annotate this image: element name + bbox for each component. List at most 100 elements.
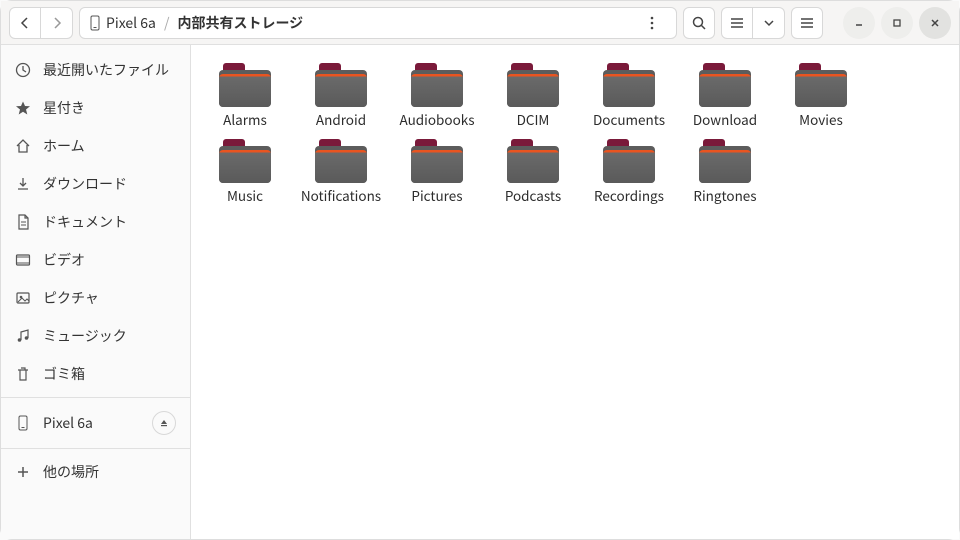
folder-label: Alarms (223, 111, 267, 127)
minimize-button[interactable] (843, 7, 875, 39)
sidebar-separator (1, 397, 190, 398)
sidebar-item[interactable]: 星付き (1, 89, 190, 127)
folder-label: Documents (593, 111, 665, 127)
search-icon (692, 16, 706, 30)
folder-label: Ringtones (693, 187, 756, 203)
folder-icon (507, 63, 559, 107)
sidebar-item[interactable]: ミュージック (1, 317, 190, 355)
view-dropdown-button[interactable] (753, 7, 785, 39)
sidebar-item[interactable]: ダウンロード (1, 165, 190, 203)
folder-item[interactable]: Audiobooks (389, 57, 485, 133)
chevron-down-icon (764, 19, 774, 27)
folder-item[interactable]: Alarms (197, 57, 293, 133)
folder-item[interactable]: Movies (773, 57, 869, 133)
folder-icon (315, 63, 367, 107)
star-icon (15, 100, 31, 116)
chevron-left-icon (20, 17, 30, 29)
folder-item[interactable]: Podcasts (485, 133, 581, 209)
clock-icon (15, 62, 31, 78)
breadcrumb-separator: / (164, 13, 170, 33)
folder-label: Android (316, 111, 366, 127)
sidebar-item[interactable]: ゴミ箱 (1, 355, 190, 393)
view-switcher (721, 7, 785, 39)
hamburger-menu-button[interactable] (791, 7, 823, 39)
forward-button[interactable] (41, 7, 73, 39)
eject-button[interactable] (152, 411, 176, 435)
breadcrumb-location[interactable]: 内部共有ストレージ (177, 13, 303, 33)
document-icon (15, 214, 31, 230)
folder-item[interactable]: Ringtones (677, 133, 773, 209)
sidebar-item[interactable]: ビデオ (1, 241, 190, 279)
folder-icon (699, 63, 751, 107)
folder-label: Music (227, 187, 263, 203)
sidebar-device[interactable]: Pixel 6a (1, 402, 190, 444)
folder-label: Recordings (594, 187, 664, 203)
trash-icon (15, 366, 31, 382)
folder-item[interactable]: Download (677, 57, 773, 133)
sidebar-item-label: ダウンロード (43, 174, 127, 194)
close-icon (930, 18, 940, 28)
folder-item[interactable]: Notifications (293, 133, 389, 209)
folder-icon (411, 63, 463, 107)
breadcrumb-device[interactable]: Pixel 6a (90, 13, 156, 33)
video-icon (15, 252, 31, 268)
path-menu-button[interactable] (638, 9, 666, 37)
sidebar-other-locations[interactable]: 他の場所 (1, 453, 190, 491)
sidebar-item-label: ホーム (43, 136, 85, 156)
sidebar-item[interactable]: ピクチャ (1, 279, 190, 317)
minimize-icon (854, 18, 864, 28)
sidebar-item-label: ゴミ箱 (43, 364, 85, 384)
back-button[interactable] (9, 7, 41, 39)
download-icon (15, 176, 31, 192)
list-icon (730, 17, 744, 29)
sidebar-item[interactable]: ホーム (1, 127, 190, 165)
folder-item[interactable]: Android (293, 57, 389, 133)
folder-icon (699, 139, 751, 183)
breadcrumb-location-label: 内部共有ストレージ (177, 13, 303, 33)
sidebar-item[interactable]: ドキュメント (1, 203, 190, 241)
breadcrumb-device-label: Pixel 6a (106, 13, 156, 33)
picture-icon (15, 290, 31, 306)
close-button[interactable] (919, 7, 951, 39)
hamburger-icon (800, 17, 814, 29)
sidebar-device-label: Pixel 6a (43, 413, 93, 433)
nav-buttons (9, 7, 73, 39)
sidebar-item[interactable]: 最近開いたファイル (1, 51, 190, 89)
file-view[interactable]: Alarms Android Audiobooks DCIM Documents… (191, 45, 959, 539)
plus-icon (15, 464, 31, 480)
sidebar-other-label: 他の場所 (43, 462, 99, 482)
sidebar-item-label: 星付き (43, 98, 85, 118)
folder-item[interactable]: DCIM (485, 57, 581, 133)
folder-icon (411, 139, 463, 183)
headerbar: Pixel 6a / 内部共有ストレージ (1, 1, 959, 45)
sidebar-separator (1, 448, 190, 449)
pathbar[interactable]: Pixel 6a / 内部共有ストレージ (79, 7, 677, 39)
folder-item[interactable]: Music (197, 133, 293, 209)
folder-item[interactable]: Recordings (581, 133, 677, 209)
home-icon (15, 138, 31, 154)
folder-item[interactable]: Pictures (389, 133, 485, 209)
sidebar-item-label: 最近開いたファイル (43, 60, 169, 80)
folder-item[interactable]: Documents (581, 57, 677, 133)
folder-label: Movies (799, 111, 843, 127)
folder-icon (507, 139, 559, 183)
folder-icon (603, 139, 655, 183)
list-view-button[interactable] (721, 7, 753, 39)
folder-icon (315, 139, 367, 183)
maximize-button[interactable] (881, 7, 913, 39)
maximize-icon (892, 18, 902, 28)
chevron-right-icon (52, 17, 62, 29)
music-icon (15, 328, 31, 344)
folder-label: Pictures (411, 187, 462, 203)
phone-icon (90, 15, 100, 31)
sidebar-item-label: ドキュメント (43, 212, 127, 232)
search-button[interactable] (683, 7, 715, 39)
kebab-icon (650, 16, 654, 30)
sidebar-item-label: ピクチャ (43, 288, 99, 308)
folder-icon (219, 139, 271, 183)
folder-label: Download (693, 111, 757, 127)
folder-label: Podcasts (505, 187, 561, 203)
folder-icon (603, 63, 655, 107)
folder-label: Audiobooks (399, 111, 474, 127)
sidebar-item-label: ミュージック (43, 326, 127, 346)
